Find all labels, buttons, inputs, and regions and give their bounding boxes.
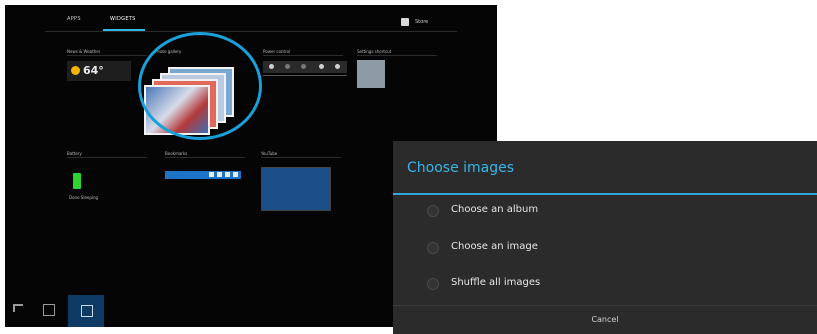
widget-label-bookmarks: Bookmarks bbox=[165, 151, 188, 156]
battery-status: Done Sleeping bbox=[69, 195, 99, 200]
option-label: Shuffle all images bbox=[451, 277, 541, 288]
widget-label-power-control: Power control bbox=[263, 49, 291, 54]
radio-button[interactable] bbox=[427, 242, 439, 254]
bookmark-icon bbox=[225, 172, 230, 177]
bookmark-icon bbox=[233, 172, 238, 177]
widget-divider bbox=[261, 157, 341, 158]
wifi-icon bbox=[269, 64, 274, 69]
bluetooth-icon bbox=[285, 64, 290, 69]
option-label: Choose an album bbox=[451, 204, 539, 215]
home-icon[interactable] bbox=[43, 304, 55, 316]
widget-divider bbox=[67, 55, 147, 56]
tab-apps[interactable]: APPS bbox=[67, 16, 81, 22]
battery-icon[interactable] bbox=[73, 173, 81, 189]
weather-widget[interactable]: 64° bbox=[67, 61, 131, 81]
widget-label-settings-shortcut: Settings shortcut bbox=[357, 49, 392, 54]
widget-divider bbox=[165, 157, 245, 158]
widget-divider bbox=[67, 157, 147, 158]
widget-label-battery: Battery bbox=[67, 151, 82, 156]
gps-icon bbox=[301, 64, 306, 69]
option-choose-album[interactable]: Choose an album bbox=[421, 199, 801, 225]
cancel-label: Cancel bbox=[591, 315, 619, 324]
bookmark-icon bbox=[209, 172, 214, 177]
store-bag-icon[interactable] bbox=[401, 18, 409, 26]
sync-icon bbox=[319, 64, 324, 69]
widget-divider bbox=[357, 55, 437, 56]
radio-button[interactable] bbox=[427, 278, 439, 290]
option-label: Choose an image bbox=[451, 241, 538, 252]
sun-icon bbox=[71, 66, 80, 75]
recent-apps-button[interactable] bbox=[68, 295, 104, 327]
option-shuffle-all[interactable]: Shuffle all images bbox=[421, 272, 801, 298]
power-control-indicator bbox=[263, 75, 347, 76]
brightness-icon bbox=[335, 64, 340, 69]
highlight-circle bbox=[138, 32, 262, 140]
widget-label-youtube: YouTube bbox=[261, 151, 278, 156]
choose-images-dialog: Choose images Choose an album Choose an … bbox=[393, 141, 817, 334]
radio-button[interactable] bbox=[427, 205, 439, 217]
tab-divider bbox=[45, 31, 457, 32]
cancel-button[interactable]: Cancel bbox=[393, 306, 817, 334]
bookmark-icon bbox=[217, 172, 222, 177]
youtube-widget[interactable] bbox=[261, 167, 331, 211]
dialog-title: Choose images bbox=[407, 160, 515, 176]
recent-apps-icon bbox=[81, 305, 93, 317]
option-choose-image[interactable]: Choose an image bbox=[421, 236, 801, 262]
tab-bar: APPS WIDGETS Store bbox=[5, 5, 497, 35]
store-label[interactable]: Store bbox=[415, 19, 428, 25]
tab-widgets[interactable]: WIDGETS bbox=[110, 16, 136, 22]
dialog-title-divider bbox=[393, 193, 817, 195]
widget-divider bbox=[263, 55, 343, 56]
power-control-widget[interactable] bbox=[263, 61, 347, 73]
back-arrow-icon[interactable] bbox=[13, 304, 23, 312]
weather-temperature: 64° bbox=[83, 64, 104, 77]
settings-shortcut-widget[interactable] bbox=[357, 60, 385, 88]
widget-label-weather: News & Weather bbox=[67, 49, 101, 54]
